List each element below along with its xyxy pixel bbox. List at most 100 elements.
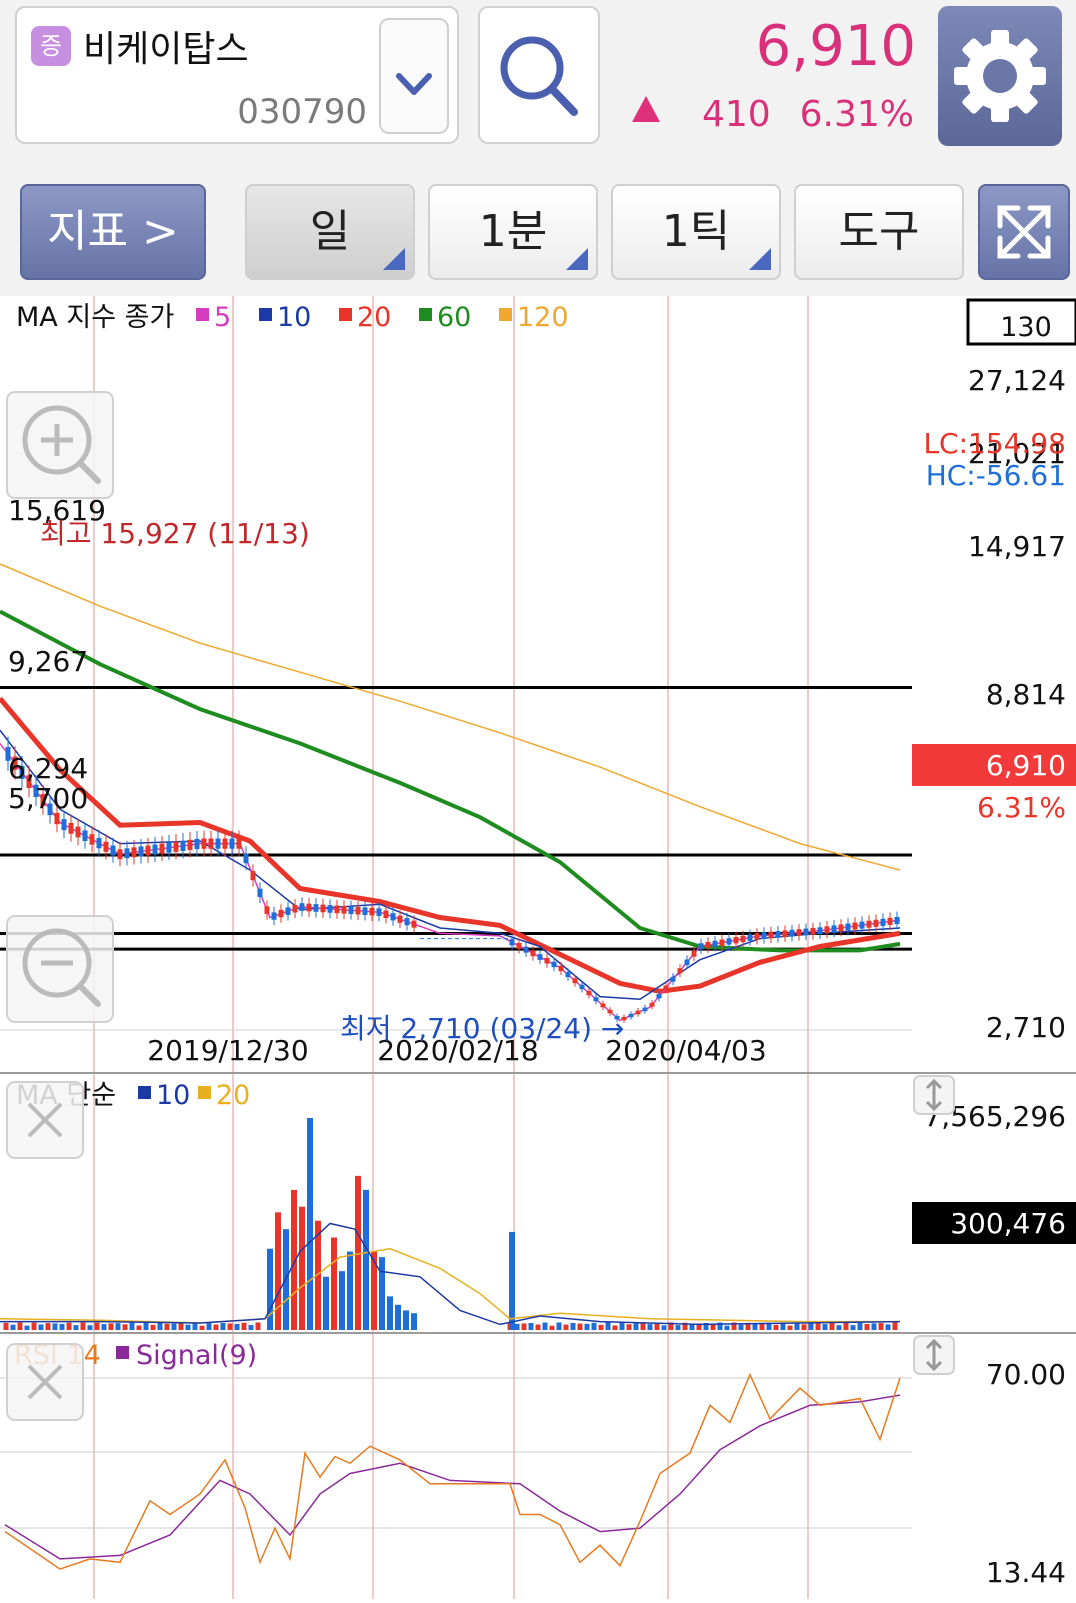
volume-bar xyxy=(759,1323,765,1330)
candle xyxy=(411,920,417,928)
candle xyxy=(187,839,193,851)
stock-dropdown-button[interactable] xyxy=(379,18,449,134)
candle xyxy=(96,837,102,849)
candle xyxy=(649,1002,655,1007)
current-price: 6,910 xyxy=(755,14,916,79)
high-annotation: 최고 15,927 (11/13) xyxy=(40,517,310,550)
tools-button[interactable]: 도구 xyxy=(794,184,964,280)
volume-bar xyxy=(94,1322,100,1330)
volume-bar xyxy=(521,1323,527,1330)
stock-name: 비케이탑스 xyxy=(83,29,249,70)
stock-selector[interactable]: 증 비케이탑스 030790 xyxy=(15,6,459,144)
volume-bar xyxy=(619,1322,625,1330)
volume-bar xyxy=(87,1325,93,1330)
indicator-button[interactable]: 지표 > xyxy=(20,184,206,280)
volume-bar xyxy=(724,1325,730,1330)
candle xyxy=(320,904,326,913)
low-annotation: 최저 2,710 (03/24) → xyxy=(340,1012,624,1045)
volume-bar xyxy=(234,1323,240,1330)
candle xyxy=(82,830,88,841)
candle xyxy=(299,903,305,911)
zoom-in-button[interactable] xyxy=(6,391,114,499)
volume-bar xyxy=(307,1118,313,1330)
close-rsi-button[interactable] xyxy=(6,1343,84,1421)
volume-bar xyxy=(563,1324,569,1330)
candle xyxy=(355,906,361,915)
volume-bar xyxy=(241,1322,247,1330)
candle xyxy=(565,972,571,978)
volume-bar xyxy=(199,1325,205,1330)
volume-bar xyxy=(395,1304,401,1330)
volume-bar xyxy=(752,1323,758,1330)
period-tick-button[interactable]: 1틱 xyxy=(611,184,781,280)
candle xyxy=(369,907,375,916)
volume-bar xyxy=(59,1323,65,1330)
volume-bar xyxy=(857,1322,863,1330)
legend-swatch xyxy=(259,308,272,321)
candle xyxy=(537,954,543,960)
period-minute-button[interactable]: 1분 xyxy=(428,184,598,280)
close-volume-button[interactable] xyxy=(6,1081,84,1159)
candle xyxy=(390,913,396,921)
search-button[interactable] xyxy=(478,6,600,144)
volume-bar xyxy=(836,1325,842,1330)
candle xyxy=(768,931,774,939)
candle xyxy=(264,906,270,914)
candle xyxy=(341,906,347,914)
candle xyxy=(124,848,130,859)
candle xyxy=(236,838,242,849)
volume-bar xyxy=(661,1325,667,1330)
candle xyxy=(117,849,123,860)
candle xyxy=(593,997,599,1002)
candle xyxy=(61,819,67,831)
candle xyxy=(670,976,676,982)
candle xyxy=(873,919,879,927)
candle xyxy=(579,984,585,990)
stock-chart[interactable]: MA 지수 종가 5 10 20 60 120 130 27,124 21,021 LC… xyxy=(0,296,1076,1599)
candle xyxy=(208,838,214,849)
candle xyxy=(327,905,333,913)
price-change: 410 xyxy=(702,94,771,135)
legend-swatch xyxy=(339,308,352,321)
candle xyxy=(152,844,158,855)
resize-rsi-button[interactable] xyxy=(913,1335,955,1375)
volume-bar xyxy=(206,1322,212,1330)
volume-bar xyxy=(878,1323,884,1330)
volume-bar xyxy=(675,1325,681,1330)
candle xyxy=(194,838,200,850)
volume-bar xyxy=(528,1322,534,1330)
candle xyxy=(243,853,249,864)
volume-bar xyxy=(10,1324,16,1330)
period-tick-label: 1틱 xyxy=(661,206,731,257)
volume-bar xyxy=(171,1323,177,1330)
candle xyxy=(733,936,739,944)
price-tick: 27,124 xyxy=(968,364,1066,397)
fullscreen-button[interactable] xyxy=(978,184,1070,280)
current-price-marker: 6,910 xyxy=(986,749,1066,782)
dropdown-corner-icon xyxy=(749,248,771,270)
volume-bar xyxy=(787,1325,793,1330)
candle xyxy=(740,935,746,943)
candle xyxy=(516,942,522,950)
volume-bar xyxy=(801,1324,807,1330)
chart-area[interactable]: MA 지수 종가 5 10 20 60 120 130 27,124 21,021 LC… xyxy=(0,296,1076,1599)
candle xyxy=(719,939,725,946)
volume-bar xyxy=(612,1325,618,1330)
candle xyxy=(754,933,760,940)
count-value: 130 xyxy=(1000,312,1052,343)
period-day-button[interactable]: 일 xyxy=(245,184,415,280)
expand-icon xyxy=(997,205,1051,259)
volume-bar xyxy=(347,1251,353,1330)
settings-button[interactable] xyxy=(938,6,1062,146)
volume-bar xyxy=(542,1322,548,1330)
legend-label: 60 xyxy=(437,302,471,333)
candle xyxy=(796,929,802,936)
period-day-label: 일 xyxy=(309,206,351,257)
zoom-out-button[interactable] xyxy=(6,915,114,1023)
volume-bar xyxy=(45,1323,51,1330)
candle xyxy=(397,915,403,923)
resize-volume-button[interactable] xyxy=(913,1075,955,1115)
volume-bar xyxy=(598,1324,604,1330)
candle xyxy=(229,838,235,849)
candle xyxy=(215,838,221,849)
